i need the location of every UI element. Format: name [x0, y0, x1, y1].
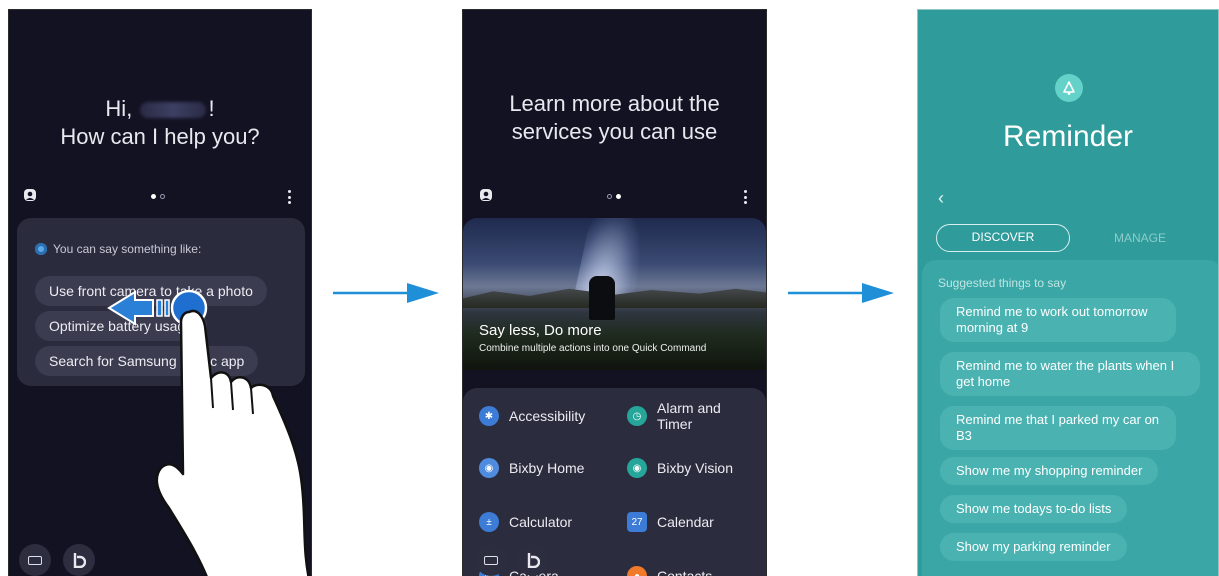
service-label: Calculator	[509, 514, 573, 530]
contacts-icon: ●	[627, 566, 647, 576]
service-item-contacts[interactable]: ● Contacts	[627, 566, 712, 576]
service-label: Alarm and Timer	[657, 400, 721, 432]
bixby-home-screen: Hi, ! How can I help you? You can say so…	[8, 9, 312, 576]
suggestion-header: You can say something like:	[35, 242, 201, 256]
bixby-voice-button[interactable]	[63, 544, 95, 576]
suggestion-chip[interactable]: Show me my shopping reminder	[940, 457, 1159, 485]
calculator-icon: ±	[479, 512, 499, 532]
banner-title: Say less, Do more	[479, 322, 602, 339]
bixby-services-screen: Learn more about the services you can us…	[462, 9, 767, 576]
service-item-accessibility[interactable]: ✱ Accessibility	[479, 406, 585, 426]
keyboard-icon	[28, 555, 42, 565]
services-heading-line2: services you can use	[511, 119, 718, 144]
bixby-b-icon	[527, 553, 540, 568]
page-dot-1	[607, 194, 612, 199]
suggestion-chip[interactable]: Show my parking reminder	[940, 533, 1127, 561]
service-item-bixby-home[interactable]: ◉ Bixby Home	[479, 458, 584, 478]
suggestion-chip[interactable]: Remind me to water the plants when I get…	[940, 352, 1200, 396]
bixby-home-icon: ◉	[479, 458, 499, 478]
suggestion-chip[interactable]: Show me todays to-do lists	[940, 495, 1128, 523]
keyboard-button[interactable]	[475, 544, 507, 576]
suggestion-header-text: You can say something like:	[53, 242, 202, 256]
right-arrow-icon	[788, 283, 894, 303]
suggestions-card: Suggested things to say Remind me to wor…	[922, 260, 1218, 576]
service-item-alarm[interactable]: ◷ Alarm and Timer	[627, 400, 757, 432]
quick-command-banner[interactable]: Say less, Do more Combine multiple actio…	[463, 218, 766, 370]
banner-subtitle: Combine multiple actions into one Quick …	[479, 343, 707, 354]
service-label: Bixby Home	[509, 460, 585, 476]
service-item-calendar[interactable]: 27 Calendar	[627, 512, 714, 532]
redacted-user-name	[140, 102, 207, 119]
service-label: Contacts	[657, 568, 713, 576]
back-icon[interactable]: ‹	[938, 188, 944, 209]
reminder-title: Reminder	[1002, 120, 1134, 153]
suggestion-chip[interactable]: Use front camera to take a photo	[35, 276, 267, 306]
service-item-bixby-vision[interactable]: ◉ Bixby Vision	[627, 458, 733, 478]
keyboard-icon	[484, 555, 498, 565]
suggestion-chip[interactable]: Search for Samsung Music app	[35, 346, 259, 376]
page-dot-2	[160, 194, 165, 199]
tab-manage[interactable]: MANAGE	[1114, 231, 1166, 245]
accessibility-icon: ✱	[479, 406, 499, 426]
services-list: ✱ Accessibility ◷ Alarm and Timer ◉ Bixb…	[463, 388, 766, 576]
page-indicator	[607, 194, 621, 199]
service-label: Bixby Vision	[657, 460, 734, 476]
suggestion-card: You can say something like: Use front ca…	[17, 218, 305, 386]
greeting-line1: Hi, !	[9, 96, 311, 122]
services-heading: Learn more about the services you can us…	[463, 90, 766, 146]
keyboard-button[interactable]	[19, 544, 51, 576]
reminder-bell-icon	[1055, 74, 1083, 102]
page-dot-1	[151, 194, 156, 199]
bixby-icon	[35, 243, 47, 255]
page-indicator	[151, 194, 165, 199]
suggestions-header: Suggested things to say	[938, 276, 1067, 290]
page-dot-2	[616, 194, 621, 199]
greeting-line2: How can I help you?	[60, 124, 260, 149]
profile-icon[interactable]	[479, 188, 493, 202]
reminder-screen: Reminder ‹ DISCOVER MANAGE Suggested thi…	[917, 9, 1219, 576]
service-item-calculator[interactable]: ± Calculator	[479, 512, 572, 532]
bixby-b-icon	[73, 553, 86, 568]
more-options-icon[interactable]	[743, 190, 747, 204]
greeting-hi: Hi,	[105, 96, 133, 121]
profile-icon[interactable]	[23, 188, 37, 202]
more-options-icon[interactable]	[287, 190, 291, 204]
service-label: Calendar	[657, 514, 714, 530]
services-heading-line1: Learn more about the	[509, 91, 720, 116]
clock-icon: ◷	[627, 406, 647, 426]
bixby-voice-button[interactable]	[517, 544, 549, 576]
suggestion-chip[interactable]: Remind me to work out tomorrow morning a…	[940, 298, 1176, 342]
calendar-icon: 27	[627, 512, 647, 532]
people-silhouette-graphic	[589, 276, 615, 320]
greeting-exclamation: !	[208, 96, 215, 121]
suggestion-chip[interactable]: Remind me that I parked my car on B3	[940, 406, 1176, 450]
eye-icon: ◉	[627, 458, 647, 478]
right-arrow-icon	[333, 283, 439, 303]
suggestion-chip[interactable]: Optimize battery usage	[35, 311, 207, 341]
service-label: Accessibility	[509, 408, 586, 424]
tab-discover[interactable]: DISCOVER	[936, 224, 1070, 252]
